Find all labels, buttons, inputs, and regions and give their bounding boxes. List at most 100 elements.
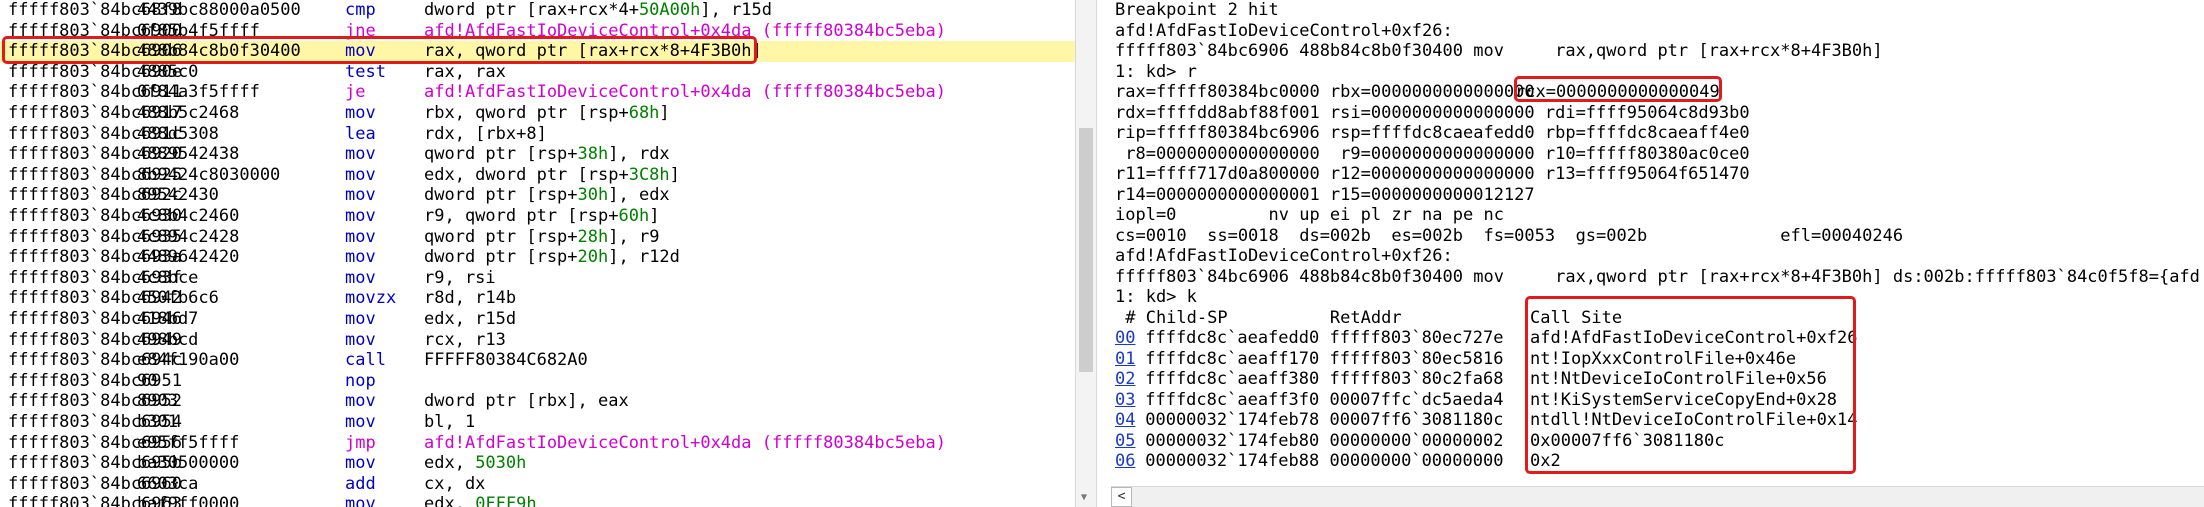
instruction-bytes: b301	[137, 412, 178, 432]
frame-number-link[interactable]: 06	[1115, 451, 1135, 472]
disasm-row[interactable]: fffff803`84bc6930 4c8b4c2460 mov r9, qword …	[0, 206, 1075, 227]
instruction-mnemonic: mov	[345, 247, 376, 268]
disasm-row[interactable]: fffff803`84bc6951 90 nop	[0, 371, 1075, 392]
operand-text: ], r15d	[700, 0, 773, 20]
disasm-row[interactable]: fffff803`84bc6949 498bcd mov rcx, r13	[0, 330, 1075, 351]
disasm-row[interactable]: fffff803`84bc6917 488b5c2468 mov rbx, qword…	[0, 103, 1075, 124]
instruction-operands: FFFFF80384C682A0	[424, 350, 588, 371]
output-text: 1: kd> k	[1115, 287, 1197, 307]
instruction-mnemonic: je	[345, 82, 366, 103]
immediate-value: 50A00h	[638, 0, 701, 20]
operand-text: r8d, r14b	[424, 288, 517, 309]
frame-number-link[interactable]: 02	[1115, 369, 1135, 390]
instruction-operands: qword ptr [rsp+38h], rdx	[424, 144, 670, 165]
command-output-pane[interactable]: Breakpoint 2 hit afd!AfdFastIoDeviceContr…	[1111, 0, 2204, 507]
operand-text: edx,	[424, 453, 476, 474]
instruction-operands: afd!AfdFastIoDeviceControl+0x4da (fffff8…	[424, 433, 946, 454]
disasm-row-current[interactable]: fffff803`84bc6906 488b84c8b0f30400 mov rax,…	[0, 41, 1075, 63]
instruction-mnemonic: mov	[345, 144, 376, 165]
operand-text: dword ptr [rsp+	[424, 185, 578, 206]
immediate-value: 5030h	[475, 453, 527, 474]
output-text: afd!AfdFastIoDeviceControl+0xf26:	[1115, 246, 1453, 266]
command-output-line: 03 ffffdc8c`aeaff3f0 00007ffc`dc5aeda4 n…	[1115, 390, 2204, 411]
disasm-row[interactable]: fffff803`84bc693a 4489642420 mov dword ptr …	[0, 247, 1075, 268]
output-text: rcx=0000000000000049	[1515, 82, 1720, 102]
instruction-mnemonic: mov	[345, 329, 376, 350]
output-text: nt!NtDeviceIoControlFile+0x56	[1530, 369, 1827, 389]
instruction-operands: rax, rax	[424, 62, 506, 83]
instruction-operands: edx, 0FFF9h	[424, 494, 537, 507]
instruction-bytes: 0f85b4f5ffff	[137, 20, 260, 41]
instruction-mnemonic: mov	[345, 391, 376, 412]
operand-text: r9, rsi	[424, 267, 496, 288]
output-text: r8=0000000000000000 r9=0000000000000000 …	[1115, 143, 1750, 164]
output-text: r11=ffff717d0a800000 r12=000000000000000…	[1115, 164, 1750, 184]
operand-text: ], r12d	[608, 247, 680, 268]
disasm-row[interactable]: fffff803`84bc6942 450fb6c6 movzx r8d, r14b	[0, 288, 1075, 309]
disasm-row[interactable]: fffff803`84bc6952 8903 mov dword ptr [rbx],…	[0, 391, 1075, 412]
frame-number-link[interactable]: 03	[1115, 390, 1135, 411]
instruction-mnemonic: lea	[345, 123, 376, 144]
disassembly-pane[interactable]: fffff803`84bc68f8 4439bc88000a0500 cmp dwor…	[0, 0, 1075, 507]
disasm-row[interactable]: fffff803`84bc6925 8b9424c8030000 mov edx, d…	[0, 165, 1075, 186]
immediate-value: 0FFF9h	[475, 494, 537, 507]
operand-text: dword ptr [rax+rcx*4+	[424, 0, 639, 20]
instruction-operands: dword ptr [rsp+20h], r12d	[424, 247, 680, 268]
instruction-bytes: 4c8b4c2460	[137, 206, 240, 226]
command-output-line: iopl=0 nv up ei pl zr na pe nc	[1115, 205, 2204, 226]
output-text: Breakpoint 2 hit	[1115, 0, 1279, 20]
disasm-row[interactable]: fffff803`84bc695b ba30500000 mov edx, 5030h	[0, 453, 1075, 474]
disasm-row[interactable]: fffff803`84bc692c 89542430 mov dword ptr [r…	[0, 185, 1075, 206]
operand-text: dword ptr [rsp+	[424, 247, 578, 268]
command-output-line: r8=0000000000000000 r9=0000000000000000 …	[1115, 144, 2204, 165]
instruction-bytes: e95ff5ffff	[137, 432, 240, 453]
instruction-operands: cx, dx	[424, 474, 485, 495]
output-text: cs=0010 ss=0018 ds=002b es=002b fs=0053 …	[1115, 225, 1904, 246]
scroll-left-arrow-icon[interactable]: <	[1111, 487, 1132, 507]
disasm-row[interactable]: fffff803`84bc691c 488d5308 lea rdx, [rbx+8]	[0, 124, 1075, 145]
frame-number-link[interactable]: 00	[1115, 328, 1135, 349]
frame-number-link[interactable]: 04	[1115, 410, 1135, 431]
scrollbar-thumb[interactable]	[1079, 128, 1093, 372]
instruction-bytes: 488b5c2468	[137, 103, 240, 123]
immediate-value: 68h	[628, 103, 660, 123]
disasm-row[interactable]: fffff803`84bc6900 0f85b4f5ffff jne afd!AfdF…	[0, 21, 1075, 42]
command-output-line: cs=0010 ss=0018 ds=002b es=002b fs=0053 …	[1115, 226, 2204, 247]
disassembly-vertical-scrollbar[interactable]: ▼	[1075, 0, 1097, 507]
command-output-line: # Child-SP RetAddr Call Site	[1115, 308, 2204, 329]
scrollbar-thumb[interactable]	[1137, 491, 2195, 503]
operand-text: ], rdx	[608, 144, 670, 165]
disasm-row[interactable]: fffff803`84bc6911 0f84a3f5ffff je afd!AfdFa…	[0, 82, 1075, 103]
output-text: rax=fffff80384bc0000 rbx=000000000000000…	[1115, 82, 1545, 102]
output-text: afd!AfdFastIoDeviceControl+0xf26	[1530, 328, 1858, 348]
disasm-row[interactable]: fffff803`84bc6935 4c894c2428 mov qword ptr …	[0, 227, 1075, 248]
instruction-operands: dword ptr [rax+rcx*4+50A00h], r15d	[424, 0, 772, 21]
command-output-line: 02 ffffdc8c`aeaff380 fffff803`80c2fa68 n…	[1115, 369, 2204, 390]
disasm-row[interactable]: fffff803`84bc68f8 4439bc88000a0500 cmp dwor…	[0, 0, 1075, 21]
command-output-line: afd!AfdFastIoDeviceControl+0xf26:	[1115, 21, 2204, 42]
scroll-down-arrow-icon[interactable]: ▼	[1081, 492, 1087, 503]
disasm-row[interactable]: fffff803`84bc6954 b301 mov bl, 1	[0, 412, 1075, 433]
command-output-line: rdx=ffffdd8abf88f001 rsi=000000000000000…	[1115, 103, 2204, 124]
operand-text: ], r9	[608, 226, 660, 247]
disasm-row[interactable]: fffff803`84bc694c e84f190a00 call FFFFF8038…	[0, 350, 1075, 371]
instruction-bytes: 4889542438	[137, 144, 240, 165]
frame-number-link[interactable]: 05	[1115, 431, 1135, 452]
disasm-row[interactable]: fffff803`84bc693f 4c8bce mov r9, rsi	[0, 268, 1075, 289]
command-horizontal-scrollbar[interactable]: <	[1111, 486, 2204, 507]
pane-splitter[interactable]	[1097, 0, 1111, 507]
disasm-row[interactable]: fffff803`84bc690e 4885c0 test rax, rax	[0, 62, 1075, 83]
output-text: r14=0000000000000001 r15=000000000001212…	[1115, 184, 1535, 205]
command-output-line: fffff803`84bc6906 488b84c8b0f30400 mov r…	[1115, 267, 2204, 288]
instruction-mnemonic: nop	[345, 370, 376, 391]
disasm-row[interactable]: fffff803`84bc6920 4889542438 mov qword ptr …	[0, 144, 1075, 165]
operand-text: rbx, qword ptr [rsp+	[424, 103, 629, 123]
operand-text: rdx, [rbx+8]	[424, 123, 547, 144]
disasm-row[interactable]: fffff803`84bc6946 418bd7 mov edx, r15d	[0, 309, 1075, 330]
disasm-row[interactable]: fffff803`84bc6960 6603ca add cx, dx	[0, 474, 1075, 495]
immediate-value: 20h	[577, 247, 609, 268]
frame-number-link[interactable]: 01	[1115, 349, 1135, 370]
disasm-row[interactable]: fffff803`84bc6956 e95ff5ffff jmp afd!AfdFas…	[0, 433, 1075, 454]
command-output-line: 01 ffffdc8c`aeaff170 fffff803`80ec5816 n…	[1115, 349, 2204, 370]
disasm-row[interactable]: fffff803`84bc6963 baf9ff0000 mov edx, 0FFF9…	[0, 494, 1075, 507]
